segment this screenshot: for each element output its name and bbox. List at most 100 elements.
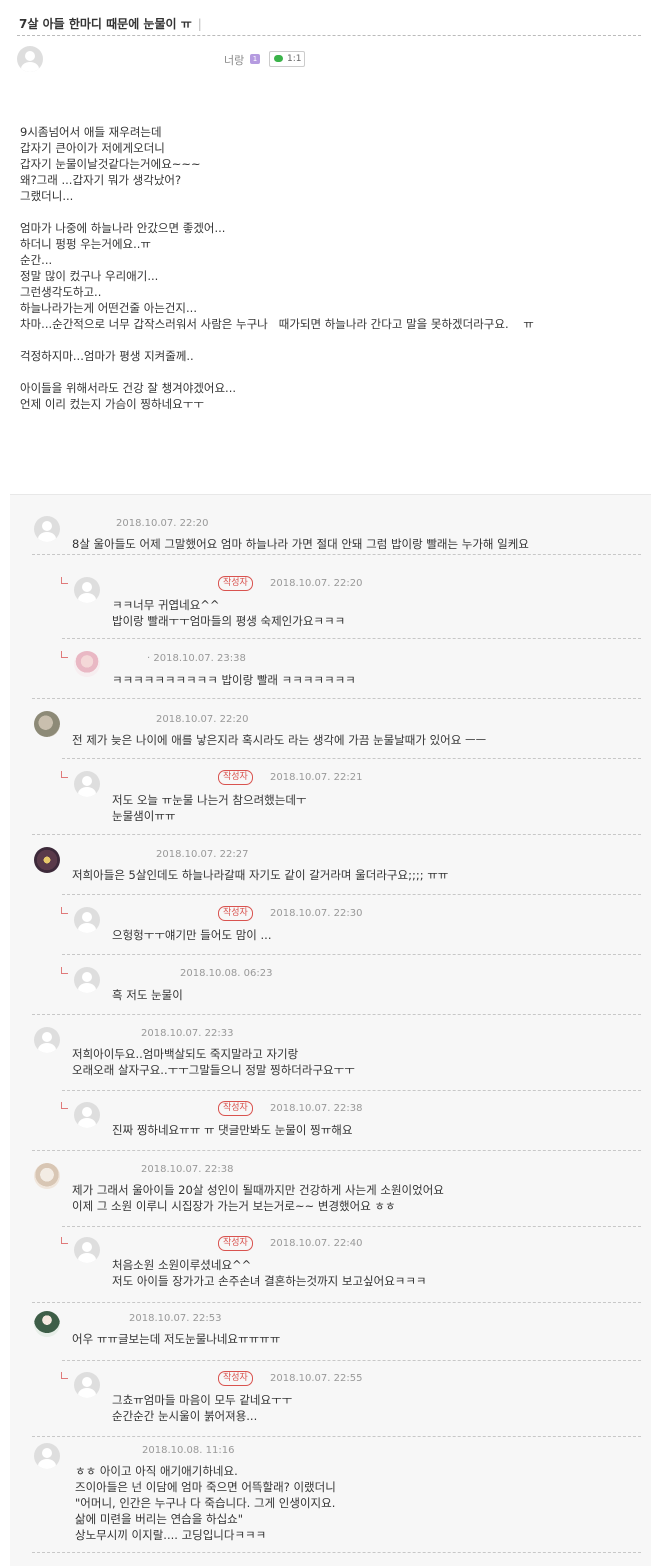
comment-line: 이제 그 소원 이루니 시집장가 가는거 보는거로~~ 변경했어요 ㅎㅎ xyxy=(72,1199,396,1213)
reply-item: · 2018.10.07. 23:38 ㅋㅋㅋㅋㅋㅋㅋㅋㅋㅋ 밥이랑 빨래 ㅋㅋ… xyxy=(10,639,651,699)
comment-item: 2018.10.07. 22:33 저희아이두요..엄마백살되도 죽지말라고 자… xyxy=(10,1015,651,1091)
reply-arrow-icon xyxy=(61,1102,68,1109)
comment-date: 2018.10.07. 22:33 xyxy=(141,1028,234,1039)
post-body: 9시좀넘어서 애들 재우려는데 갑자기 큰아이가 저에게오더니 갑자기 눈물이날… xyxy=(20,124,630,412)
comment-line: 눈물샘이ㅠㅠ xyxy=(112,809,176,823)
comment-date: 2018.10.07. 22:20 xyxy=(156,714,249,725)
post-line: 하늘나라가는게 어떤건줄 아는건지... xyxy=(20,301,197,315)
post-line: 언제 이리 컸는지 가슴이 찡하네요ㅜㅜ xyxy=(20,397,204,411)
reply-arrow-icon xyxy=(61,1372,68,1379)
commenter-avatar[interactable] xyxy=(34,1027,60,1053)
post-author-row: 너랑 1 1:1 xyxy=(17,46,641,72)
post-title: 7살 아들 한마디 때문에 눈물이 ㅠ | xyxy=(19,15,202,32)
title-separator: | xyxy=(197,17,202,31)
comment-date: 2018.10.07. 22:38 xyxy=(270,1103,363,1114)
post-line: 그랬더니... xyxy=(20,189,74,203)
comment-item: 2018.10.08. 11:16 ㅎㅎ 아이고 아직 애기애기하네요. 즈이아… xyxy=(10,1437,651,1553)
comment-line: 으헝헝ㅜㅜ얘기만 들어도 맘이 ... xyxy=(112,928,272,942)
reply-item: 작성자 2018.10.07. 22:30 으헝헝ㅜㅜ얘기만 들어도 맘이 ..… xyxy=(10,895,651,955)
commenter-avatar[interactable] xyxy=(74,967,100,993)
commenter-avatar[interactable] xyxy=(74,651,100,677)
reply-arrow-icon xyxy=(61,1237,68,1244)
comment-date: 2018.10.07. 22:30 xyxy=(270,908,363,919)
commenter-avatar[interactable] xyxy=(34,1163,60,1189)
reply-arrow-icon xyxy=(61,967,68,974)
comment-item: 2018.10.07. 22:20 전 제가 늦은 나이에 애를 낳은지라 혹시… xyxy=(10,699,651,759)
writer-badge: 작성자 xyxy=(218,770,253,785)
reply-item: 작성자 2018.10.07. 22:38 진짜 찡하네요ㅠㅠ ㅠ 댓글만봐도 … xyxy=(10,1091,651,1151)
commenter-avatar[interactable] xyxy=(74,907,100,933)
comment-date: 2018.10.07. 22:38 xyxy=(141,1164,234,1175)
post-line: 걱정하지마...엄마가 평생 지켜줄께.. xyxy=(20,349,194,363)
commenter-avatar[interactable] xyxy=(74,771,100,797)
comment-item: 2018.10.07. 22:27 저희아들은 5살인데도 하늘나라갈때 자기도… xyxy=(10,835,651,895)
reply-arrow-icon xyxy=(61,907,68,914)
reply-item: 작성자 2018.10.07. 22:20 ㅋㅋ너무 귀엽네요^^ 밥이랑 빨래… xyxy=(10,555,651,639)
comment-item: 2018.10.07. 22:38 제가 그래서 울아이들 20살 성인이 될때… xyxy=(10,1151,651,1227)
commenter-avatar[interactable] xyxy=(34,711,60,737)
comment-line: 밥이랑 빨래ㅜㅜ엄마들의 평생 숙제인가요ㅋㅋㅋ xyxy=(112,614,346,628)
comment-line: 오래오래 살자구요..ㅜㅜ그말들으니 정말 찡하더라구요ㅜㅜ xyxy=(72,1063,355,1077)
commenter-avatar[interactable] xyxy=(34,847,60,873)
reply-item: 작성자 2018.10.07. 22:40 처음소원 소원이루셨네요^^ 저도 … xyxy=(10,1227,651,1303)
writer-badge: 작성자 xyxy=(218,1236,253,1251)
comment-line: ㅋㅋㅋㅋㅋㅋㅋㅋㅋㅋ 밥이랑 빨래 ㅋㅋㅋㅋㅋㅋㅋ xyxy=(112,673,356,687)
writer-badge: 작성자 xyxy=(218,1101,253,1116)
comment-item: 2018.10.07. 22:20 8살 울아들도 어제 그말했어요 엄마 하늘… xyxy=(10,495,651,555)
commenter-avatar[interactable] xyxy=(74,1237,100,1263)
reply-item: 2018.10.08. 06:23 흑 저도 눈물이 xyxy=(10,955,651,1015)
chat-bubble-icon xyxy=(274,55,283,62)
comment-date: 2018.10.07. 22:55 xyxy=(270,1373,363,1384)
post-title-bar: 7살 아들 한마디 때문에 눈물이 ㅠ | xyxy=(17,11,641,36)
comment-line: 저도 오늘 ㅠ눈물 나는거 참으려했는데ㅜ xyxy=(112,793,307,807)
date-prefix: · xyxy=(147,653,151,664)
comment-line: 삶에 미련을 버리는 연습을 하십쇼" xyxy=(75,1512,244,1526)
comment-line: 저도 아이들 장가가고 손주손녀 결혼하는것까지 보고싶어요ㅋㅋㅋ xyxy=(112,1274,427,1288)
comment-line: 제가 그래서 울아이들 20살 성인이 될때까지만 건강하게 사는게 소원이었어… xyxy=(72,1183,444,1197)
comment-line: ㅎㅎ 아이고 아직 애기애기하네요. xyxy=(75,1464,238,1478)
commenter-avatar[interactable] xyxy=(74,1372,100,1398)
commenter-avatar[interactable] xyxy=(74,1102,100,1128)
post-line: 아이들을 위해서라도 건강 잘 챙겨야겠어요... xyxy=(20,381,237,395)
comment-line: 진짜 찡하네요ㅠㅠ ㅠ 댓글만봐도 눈물이 찡ㅠ해요 xyxy=(112,1123,353,1137)
writer-badge: 작성자 xyxy=(218,576,253,591)
commenter-avatar[interactable] xyxy=(74,577,100,603)
comment-line: "어머니, 인간은 누구나 다 죽습니다. 그게 인생이지요. xyxy=(75,1496,336,1510)
comment-list: 2018.10.07. 22:20 8살 울아들도 어제 그말했어요 엄마 하늘… xyxy=(10,494,651,1566)
post-line: 정말 많이 컸구나 우리애기... xyxy=(20,269,159,283)
reply-arrow-icon xyxy=(61,651,68,658)
comment-line: 흑 저도 눈물이 xyxy=(112,988,183,1002)
comment-date: 2018.10.08. 11:16 xyxy=(142,1445,235,1456)
post-line: 9시좀넘어서 애들 재우려는데 xyxy=(20,125,162,139)
comment-line: 즈이아들은 넌 이담에 엄마 죽으면 어뜩할래? 이랬더니 xyxy=(75,1480,336,1494)
comment-line: 8살 울아들도 어제 그말했어요 엄마 하늘나라 가면 절대 안돼 그럼 밥이랑… xyxy=(72,537,529,551)
comment-line: 그쵸ㅠ엄마들 마음이 모두 같네요ㅜㅜ xyxy=(112,1393,293,1407)
author-name[interactable]: 너랑 xyxy=(224,52,244,68)
comment-line: 저희아이두요..엄마백살되도 죽지말라고 자기랑 xyxy=(72,1047,299,1061)
post-title-text: 7살 아들 한마디 때문에 눈물이 ㅠ xyxy=(19,17,192,31)
comment-date-with-prefix: · 2018.10.07. 23:38 xyxy=(147,653,246,664)
comment-divider xyxy=(32,1552,641,1553)
post-line: 순간... xyxy=(20,253,53,267)
commenter-avatar[interactable] xyxy=(34,1311,60,1337)
commenter-avatar[interactable] xyxy=(34,516,60,542)
one-to-one-chat-button[interactable]: 1:1 xyxy=(269,51,305,67)
author-avatar[interactable] xyxy=(17,46,43,72)
comment-line: 처음소원 소원이루셨네요^^ xyxy=(112,1258,252,1272)
comment-line: 저희아들은 5살인데도 하늘나라갈때 자기도 같이 갈거라며 울더라구요;;;;… xyxy=(72,868,449,882)
post-line: 하더니 펑펑 우는거에요..ㅠ xyxy=(20,237,152,251)
comment-date: 2018.10.08. 06:23 xyxy=(180,968,273,979)
post-line: 왜?그래 ...갑자기 뭐가 생각났어? xyxy=(20,173,182,187)
reply-item: 작성자 2018.10.07. 22:55 그쵸ㅠ엄마들 마음이 모두 같네요ㅜ… xyxy=(10,1361,651,1437)
comment-date: 2018.10.07. 22:40 xyxy=(270,1238,363,1249)
comment-line: 어우 ㅠㅠ글보는데 저도눈물나네요ㅠㅠㅠㅠ xyxy=(72,1332,281,1346)
comment-date: 2018.10.07. 22:20 xyxy=(116,518,209,529)
reply-item: 작성자 2018.10.07. 22:21 저도 오늘 ㅠ눈물 나는거 참으려했… xyxy=(10,759,651,835)
level-badge: 1 xyxy=(250,54,260,64)
comment-line: 전 제가 늦은 나이에 애를 낳은지라 혹시라도 라는 생각에 가끔 눈물날때가… xyxy=(72,733,487,747)
commenter-avatar[interactable] xyxy=(34,1443,60,1469)
comment-date: 2018.10.07. 22:21 xyxy=(270,772,363,783)
